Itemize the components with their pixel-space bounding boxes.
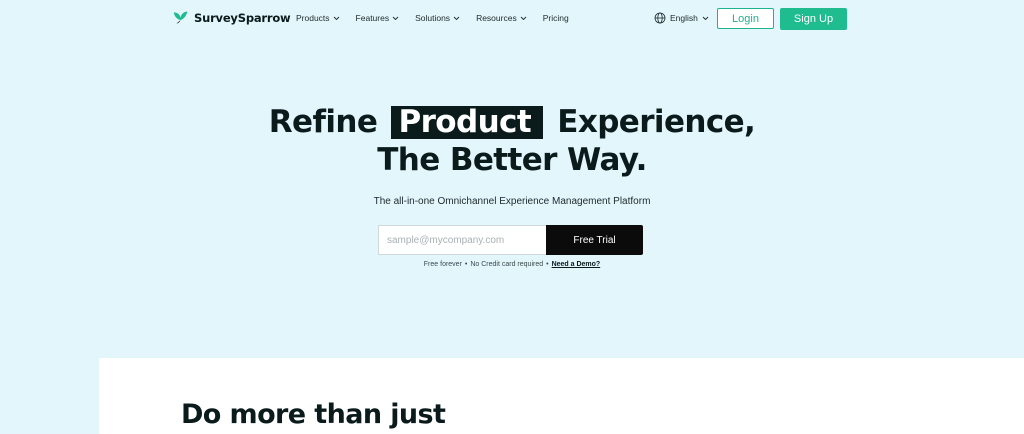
menu-products[interactable]: Products — [296, 13, 340, 23]
signup-form: Free Trial — [378, 225, 643, 255]
chevron-down-icon — [453, 16, 460, 20]
brand-name: SurveySparrow — [194, 10, 291, 25]
note-no-credit-card: No Credit card required — [470, 261, 544, 268]
bullet-separator: • — [464, 261, 468, 268]
signup-note: Free forever • No Credit card required • Nee… — [0, 261, 1024, 268]
section-title: Do more than just — [181, 399, 446, 430]
headline-highlight: Product — [391, 106, 544, 139]
chevron-down-icon — [520, 16, 527, 20]
hero-headline: Refine Product Experience, The Better Wa… — [0, 103, 1024, 179]
login-button[interactable]: Login — [717, 8, 774, 29]
menu-pricing[interactable]: Pricing — [543, 13, 569, 23]
chevron-down-icon — [702, 16, 709, 20]
landing-page: SurveySparrow Products Features Solution… — [0, 0, 1024, 434]
headline-word-after: Experience, — [557, 104, 756, 140]
chevron-down-icon — [392, 16, 399, 20]
note-free-forever: Free forever — [423, 261, 462, 268]
headline-word-before: Refine — [268, 104, 378, 140]
menu-label: Pricing — [542, 13, 569, 23]
menu-label: Features — [355, 13, 390, 23]
language-label: English — [670, 13, 698, 23]
menu-resources[interactable]: Resources — [476, 13, 527, 23]
bullet-separator: • — [546, 261, 549, 268]
menu-label: Solutions — [415, 13, 451, 23]
need-demo-link[interactable]: Need a Demo? — [552, 261, 601, 268]
free-trial-button[interactable]: Free Trial — [546, 225, 643, 255]
main-menu: Products Features Solutions Resources Pr… — [296, 13, 585, 23]
language-selector[interactable]: English — [654, 12, 709, 24]
menu-label: Resources — [476, 13, 517, 23]
chevron-down-icon — [333, 16, 339, 20]
features-section: Do more than just — [99, 358, 1024, 434]
headline-line-1: Refine Product Experience, — [0, 103, 1024, 141]
brand-logo[interactable]: SurveySparrow — [172, 9, 291, 26]
globe-icon — [654, 12, 666, 24]
top-navbar: SurveySparrow Products Features Solution… — [0, 0, 1024, 38]
signup-button[interactable]: Sign Up — [780, 8, 847, 30]
sparrow-logo-icon — [173, 11, 188, 24]
menu-features[interactable]: Features — [356, 13, 400, 23]
menu-label: Products — [296, 13, 330, 23]
email-input[interactable] — [378, 225, 546, 255]
hero-subheadline: The all-in-one Omnichannel Experience Ma… — [373, 196, 651, 207]
headline-line-2: The Better Way. — [377, 142, 647, 178]
menu-solutions[interactable]: Solutions — [415, 13, 460, 23]
